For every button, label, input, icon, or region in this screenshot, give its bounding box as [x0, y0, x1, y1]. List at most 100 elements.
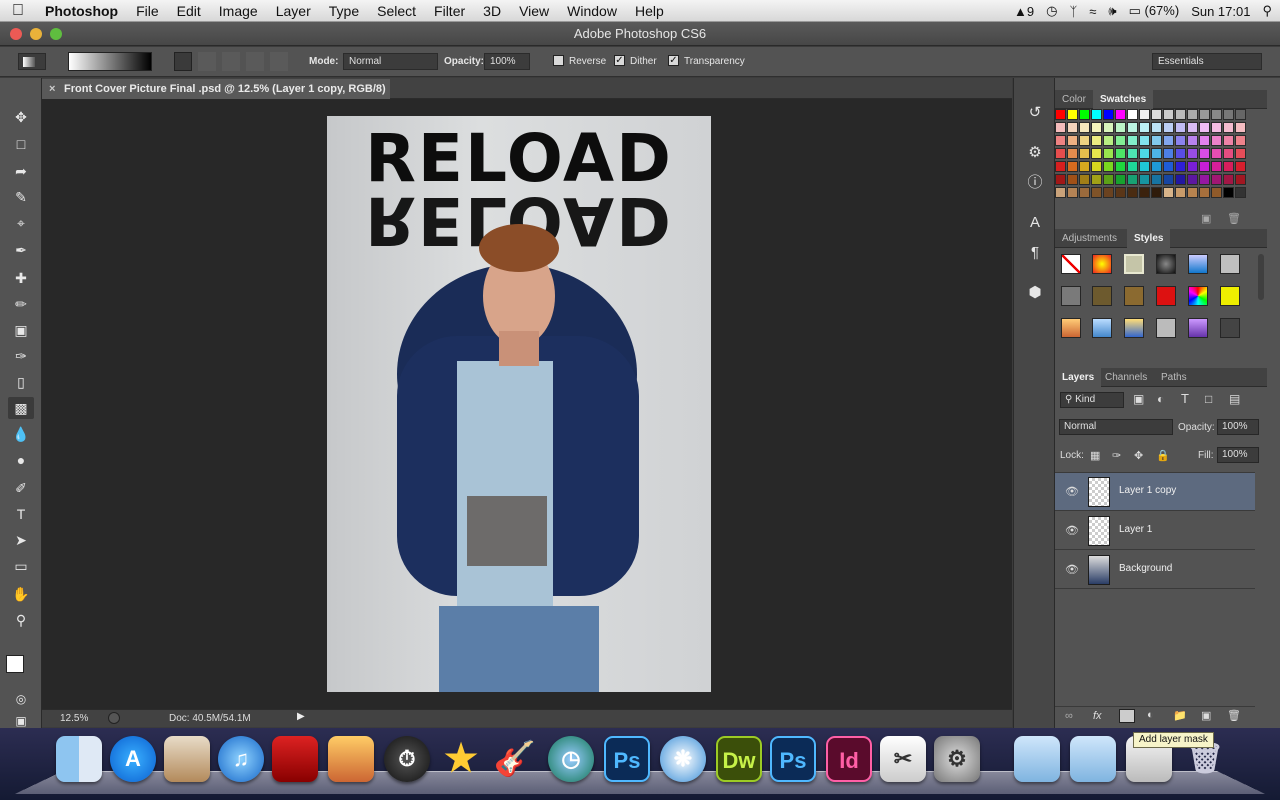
- color-swatch[interactable]: [1223, 187, 1234, 198]
- tab-color[interactable]: Color: [1055, 90, 1093, 109]
- color-swatch[interactable]: [1103, 135, 1114, 146]
- style-swatch[interactable]: [1092, 254, 1112, 274]
- style-swatch[interactable]: [1220, 318, 1240, 338]
- new-layer-icon[interactable]: ▣: [1201, 709, 1211, 722]
- quick-mask-icon[interactable]: ◎: [8, 688, 34, 710]
- color-swatch[interactable]: [1151, 122, 1162, 133]
- color-swatch[interactable]: [1163, 122, 1174, 133]
- color-swatch[interactable]: [1199, 187, 1210, 198]
- color-swatch[interactable]: [1127, 135, 1138, 146]
- color-swatch[interactable]: [1175, 161, 1186, 172]
- style-swatch[interactable]: [1188, 286, 1208, 306]
- color-swatch[interactable]: [1151, 187, 1162, 198]
- color-swatch[interactable]: [1139, 109, 1150, 120]
- color-swatch[interactable]: [1223, 122, 1234, 133]
- color-swatch[interactable]: [1223, 148, 1234, 159]
- color-swatch[interactable]: [1103, 148, 1114, 159]
- tab-paths[interactable]: Paths: [1154, 368, 1194, 387]
- layer-row[interactable]: 👁 Layer 1: [1055, 512, 1255, 550]
- color-swatch[interactable]: [1175, 135, 1186, 146]
- color-swatch[interactable]: [1103, 174, 1114, 185]
- properties-panel-icon[interactable]: ⚙: [1024, 142, 1046, 164]
- color-swatch[interactable]: [1091, 148, 1102, 159]
- history-panel-icon[interactable]: ↺: [1024, 102, 1046, 124]
- lock-all-icon[interactable]: 🔒: [1156, 449, 1170, 462]
- swatches-grid[interactable]: [1055, 109, 1267, 209]
- color-swatch[interactable]: [1151, 174, 1162, 185]
- eye-icon[interactable]: 👁: [1065, 485, 1079, 498]
- quick-selection-tool-icon[interactable]: ✎: [8, 186, 34, 208]
- rectangle-tool-icon[interactable]: ▭: [8, 555, 34, 577]
- linear-gradient-button[interactable]: [174, 52, 192, 71]
- color-swatch[interactable]: [1151, 148, 1162, 159]
- color-swatch[interactable]: [1211, 174, 1222, 185]
- zoom-window-button[interactable]: [50, 28, 62, 40]
- color-swatch[interactable]: [1115, 109, 1126, 120]
- dither-checkbox[interactable]: ✓: [614, 55, 625, 66]
- color-swatch[interactable]: [1055, 135, 1066, 146]
- color-swatch[interactable]: [1115, 187, 1126, 198]
- color-swatch[interactable]: [1163, 174, 1174, 185]
- color-swatch[interactable]: [1127, 109, 1138, 120]
- opacity-field[interactable]: 100%: [484, 53, 530, 70]
- close-tab-icon[interactable]: ×: [49, 79, 55, 99]
- color-swatch[interactable]: [1187, 135, 1198, 146]
- color-swatch[interactable]: [1139, 161, 1150, 172]
- color-swatch[interactable]: [1187, 161, 1198, 172]
- eye-icon[interactable]: 👁: [1065, 524, 1079, 537]
- document-canvas[interactable]: RELOAD RELOAD: [327, 116, 711, 692]
- style-swatch[interactable]: [1156, 318, 1176, 338]
- foreground-color-swatch[interactable]: [6, 655, 24, 673]
- brush-tool-icon[interactable]: ✏: [8, 293, 34, 315]
- color-swatch[interactable]: [1127, 174, 1138, 185]
- eyedropper-tool-icon[interactable]: ✒: [8, 239, 34, 261]
- color-swatch[interactable]: [1163, 148, 1174, 159]
- color-swatch[interactable]: [1079, 174, 1090, 185]
- reverse-checkbox[interactable]: [553, 55, 564, 66]
- color-swatch[interactable]: [1079, 187, 1090, 198]
- style-none[interactable]: [1061, 254, 1081, 274]
- layer-filter-kind-select[interactable]: ⚲ Kind: [1060, 392, 1124, 408]
- applications-folder-icon[interactable]: [1014, 736, 1060, 782]
- color-swatch[interactable]: [1091, 174, 1102, 185]
- color-swatch[interactable]: [1163, 109, 1174, 120]
- color-swatch[interactable]: [1115, 174, 1126, 185]
- color-swatch[interactable]: [1067, 174, 1078, 185]
- style-swatch[interactable]: [1220, 254, 1240, 274]
- color-swatch[interactable]: [1175, 187, 1186, 198]
- gradient-tool-icon[interactable]: ▩: [8, 397, 34, 419]
- color-swatch[interactable]: [1199, 148, 1210, 159]
- color-swatch[interactable]: [1211, 109, 1222, 120]
- style-swatch[interactable]: [1092, 286, 1112, 306]
- eraser-tool-icon[interactable]: ▯: [8, 371, 34, 393]
- tab-adjustments[interactable]: Adjustments: [1055, 229, 1124, 248]
- layer-style-fx-icon[interactable]: fx: [1093, 710, 1102, 722]
- color-swatch[interactable]: [1223, 109, 1234, 120]
- indesign-icon[interactable]: Id: [826, 736, 872, 782]
- menu-edit[interactable]: Edit: [168, 3, 210, 19]
- color-swatch[interactable]: [1199, 135, 1210, 146]
- color-swatch[interactable]: [1175, 174, 1186, 185]
- color-swatch[interactable]: [1091, 122, 1102, 133]
- color-swatch[interactable]: [1055, 109, 1066, 120]
- color-swatch[interactable]: [1079, 161, 1090, 172]
- color-swatch[interactable]: [1199, 109, 1210, 120]
- bluetooth-icon[interactable]: ᛉ: [1069, 4, 1077, 19]
- color-swatch[interactable]: [1115, 161, 1126, 172]
- new-adjustment-layer-icon[interactable]: ◐: [1147, 709, 1154, 721]
- color-swatch[interactable]: [1139, 148, 1150, 159]
- color-swatch[interactable]: [1055, 122, 1066, 133]
- color-swatch[interactable]: [1055, 148, 1066, 159]
- lock-image-icon[interactable]: ✑: [1112, 449, 1121, 462]
- color-swatch[interactable]: [1127, 122, 1138, 133]
- blend-mode-select[interactable]: Normal: [1059, 419, 1173, 435]
- color-swatch[interactable]: [1235, 161, 1246, 172]
- style-swatch[interactable]: [1188, 254, 1208, 274]
- style-swatch[interactable]: [1092, 318, 1112, 338]
- color-swatch[interactable]: [1187, 174, 1198, 185]
- menu-layer[interactable]: Layer: [267, 3, 320, 19]
- color-swatch[interactable]: [1115, 122, 1126, 133]
- color-swatch[interactable]: [1163, 161, 1174, 172]
- add-layer-mask-icon[interactable]: [1119, 709, 1135, 723]
- filter-pixel-layers-icon[interactable]: ▣: [1133, 392, 1144, 406]
